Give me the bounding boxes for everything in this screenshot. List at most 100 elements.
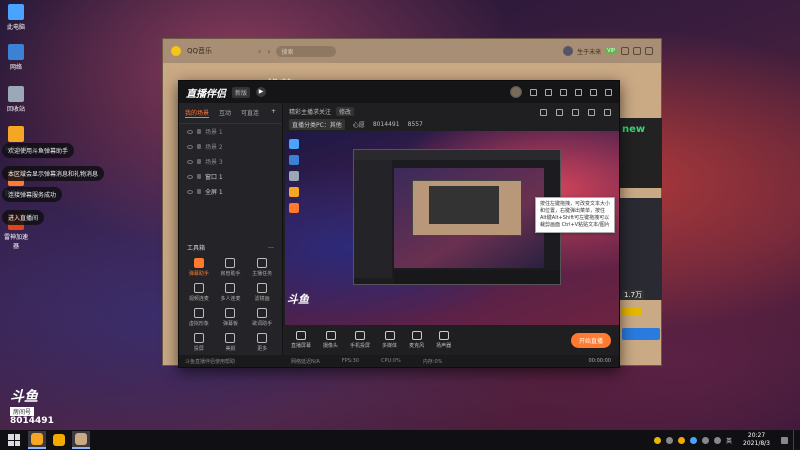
toolbox-item[interactable]: 美颜 xyxy=(215,333,247,352)
start-live-button[interactable]: 开始直播 xyxy=(570,332,611,348)
scene-item[interactable]: 全屏 1 xyxy=(179,184,282,199)
volume-icon[interactable] xyxy=(714,436,722,444)
qq-search-input[interactable]: 搜索 xyxy=(276,45,337,57)
qq-artist-card[interactable] xyxy=(620,198,662,300)
scene-item[interactable]: 场景 3 xyxy=(179,154,282,169)
phone-cast-button[interactable]: 手机投屏 xyxy=(350,331,370,349)
tab-my-scenes[interactable]: 我的场景 xyxy=(185,108,210,118)
douyu-companion-window[interactable]: 直播伴侣 新版 ▶ 我的场景 互动 可直连 + 场景 1 场景 2 场景 3 窗口 1… xyxy=(178,80,620,368)
douyu-room-mark: 斗鱼 房间号 8014491 xyxy=(10,386,54,426)
scene-item[interactable]: 窗口 1 xyxy=(179,169,282,184)
avatar[interactable] xyxy=(563,46,574,56)
minimize-icon[interactable] xyxy=(575,88,582,96)
lock-icon[interactable] xyxy=(197,129,201,134)
taskbar-app-douyu[interactable] xyxy=(28,431,46,449)
add-scene-button[interactable]: + xyxy=(271,108,276,118)
toolbox-item[interactable]: 视频连麦 xyxy=(183,283,215,302)
back-icon[interactable]: ‹ xyxy=(258,47,261,56)
minimize-icon[interactable] xyxy=(621,47,629,55)
input-method-label[interactable]: 英 xyxy=(726,436,732,445)
douyu-logo: 直播伴侣 xyxy=(186,88,226,100)
status-item: 内存:0% xyxy=(422,358,443,365)
toolbox-item[interactable]: 弹幕板 xyxy=(215,308,247,327)
message-icon[interactable] xyxy=(545,88,552,96)
toolbox-item[interactable]: 房管助手 xyxy=(215,258,247,277)
tool-label: 弹幕板 xyxy=(222,321,238,327)
taskbar-app-g-app[interactable] xyxy=(50,431,68,449)
show-desktop-button[interactable] xyxy=(793,430,796,450)
toolbox-item[interactable]: 弹幕助手 xyxy=(183,258,215,277)
toolbox-item[interactable]: 投屏 xyxy=(183,333,215,352)
qq-username[interactable]: 生于未来 xyxy=(577,47,601,56)
close-icon[interactable] xyxy=(605,88,612,96)
media-button[interactable]: 多媒体 xyxy=(382,331,397,349)
speaker-icon xyxy=(438,331,449,340)
qq-music-logo-icon xyxy=(171,46,181,56)
screen-capture-button[interactable]: 直播屏幕 xyxy=(291,331,311,349)
desktop-icon[interactable]: 网络 xyxy=(3,44,29,71)
tool-icon xyxy=(257,308,268,318)
network-icon[interactable] xyxy=(702,436,710,444)
menu-icon[interactable] xyxy=(560,88,567,96)
tool-label: 视频连麦 xyxy=(188,296,209,302)
toolbox-item[interactable]: 滤镜画 xyxy=(246,283,278,302)
microphone-icon xyxy=(411,331,422,340)
speaker-button[interactable]: 扬声器 xyxy=(436,331,451,349)
desktop-icon[interactable]: 此电脑 xyxy=(3,4,29,31)
share-icon[interactable] xyxy=(604,109,611,116)
avatar[interactable] xyxy=(510,86,522,98)
desktop-icon-label: 回收站 xyxy=(6,106,25,113)
taskbar-app-qq-music[interactable] xyxy=(72,431,90,449)
clock[interactable]: 20:27 2021/8/3 xyxy=(743,432,770,448)
eye-icon[interactable] xyxy=(187,159,193,164)
bell-icon[interactable] xyxy=(588,109,595,116)
scene-label: 场景 2 xyxy=(205,144,223,151)
tool-icon xyxy=(193,308,204,318)
eye-icon[interactable] xyxy=(187,174,193,179)
lock-icon[interactable] xyxy=(556,109,563,116)
lock-icon[interactable] xyxy=(197,189,201,194)
lock-icon[interactable] xyxy=(197,144,201,149)
forward-icon[interactable]: › xyxy=(267,47,270,56)
edit-title-button[interactable]: 修改 xyxy=(336,107,355,116)
category-tag[interactable]: 直播分类PC：其他 xyxy=(289,119,345,130)
scene-item[interactable]: 场景 1 xyxy=(179,124,282,139)
microphone-button[interactable]: 麦克风 xyxy=(409,331,424,349)
app-tray-icon[interactable] xyxy=(690,436,698,444)
help-link[interactable]: 斗鱼直播伴侣使用帮助 xyxy=(179,355,283,367)
screen-capture-icon xyxy=(296,331,306,340)
control-label: 手机投屏 xyxy=(350,343,371,349)
windows-start-icon[interactable] xyxy=(8,434,20,446)
toolbox-item[interactable]: 多人连麦 xyxy=(215,283,247,302)
grid-icon[interactable] xyxy=(572,109,579,116)
close-icon[interactable] xyxy=(645,47,653,55)
lock-icon[interactable] xyxy=(197,174,201,179)
toolbox-item[interactable]: 更多 xyxy=(246,333,278,352)
eye-icon[interactable] xyxy=(187,189,193,194)
camera-button[interactable]: 摄像头 xyxy=(323,331,338,349)
app-tray-icon[interactable] xyxy=(678,436,686,444)
toolbox-more-button[interactable]: … xyxy=(268,243,274,252)
eye-icon[interactable] xyxy=(187,144,193,149)
tool-label: 美颜 xyxy=(225,346,236,352)
play-icon[interactable]: ▶ xyxy=(256,87,267,97)
skin-icon[interactable] xyxy=(530,88,537,96)
toolbox-item[interactable]: 虚拟形象 xyxy=(183,308,215,327)
tab-interact[interactable]: 互动 xyxy=(219,108,231,118)
toolbox-item[interactable]: 主播任务 xyxy=(246,258,278,277)
notification-icon[interactable] xyxy=(781,436,788,444)
scene-item[interactable]: 场景 2 xyxy=(179,139,282,154)
app-tray-icon[interactable] xyxy=(666,436,674,444)
lock-icon[interactable] xyxy=(197,159,201,164)
gift-icon[interactable] xyxy=(540,109,547,116)
toolbox-item[interactable]: 歌词助手 xyxy=(246,308,278,327)
tab-direct[interactable]: 可直连 xyxy=(241,108,259,118)
warning-icon[interactable] xyxy=(654,436,662,444)
maximize-icon[interactable] xyxy=(590,88,597,96)
qq-blue-banner[interactable] xyxy=(622,328,660,340)
eye-icon[interactable] xyxy=(187,129,193,134)
maximize-icon[interactable] xyxy=(633,47,641,55)
stream-preview[interactable]: 按住左键拖拽，可改变文本大小和位置，右键弹出菜单，按住Alt键Alt+Shift… xyxy=(285,131,619,325)
desktop-icon-preview xyxy=(289,155,299,165)
desktop-icon[interactable]: 回收站 xyxy=(3,86,29,113)
